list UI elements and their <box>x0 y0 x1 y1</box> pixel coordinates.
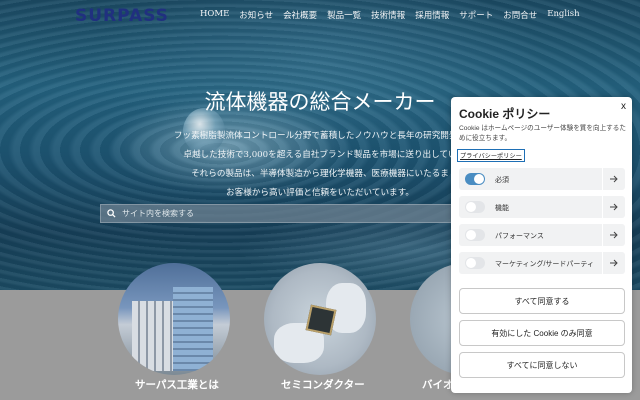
nav-support[interactable]: サポート <box>459 9 493 21</box>
hero-description: フッ素樹脂製流体コントロール分野で蓄積したノウハウと長年の研究開発の 卓越した技… <box>140 127 500 203</box>
nav-english[interactable]: English <box>547 9 579 21</box>
nav-company[interactable]: 会社概要 <box>283 9 317 21</box>
logo[interactable]: SURPASS <box>75 6 169 26</box>
functional-toggle[interactable] <box>465 201 485 213</box>
cookie-category-performance: パフォーマンス <box>459 224 625 246</box>
hero-description-line: お客様から高い評価と信頼をいただいています。 <box>226 188 414 198</box>
main-nav: HOME お知らせ 会社概要 製品一覧 技術情報 採用情報 サポート お問合せ … <box>200 9 590 21</box>
arrow-right-icon[interactable] <box>602 224 625 246</box>
semiconductor-image[interactable] <box>264 263 376 375</box>
nav-recruit[interactable]: 採用情報 <box>415 9 449 21</box>
nav-technology[interactable]: 技術情報 <box>371 9 405 21</box>
privacy-policy-link[interactable]: プライバシーポリシー <box>457 149 525 162</box>
feature-caption-company[interactable]: サーパス工業とは <box>135 377 219 392</box>
cookie-description: Cookie はホームページのユーザー体験を質を向上するために役立ちます。 <box>459 125 626 142</box>
accept-enabled-button[interactable]: 有効にした Cookie のみ同意 <box>459 320 625 346</box>
performance-toggle[interactable] <box>465 229 485 241</box>
building-glass-graphic <box>173 287 213 371</box>
cookie-category-label: マーケティング/サードパーティ <box>495 261 594 268</box>
hero-description-line: 卓越した技術で3,000を超える自社ブランド製品を市場に送り出してい <box>183 150 457 160</box>
cookie-category-label: 機能 <box>495 205 509 212</box>
cookie-category-functional: 機能 <box>459 196 625 218</box>
reject-all-button[interactable]: すべてに同意しない <box>459 352 625 378</box>
required-toggle[interactable] <box>465 173 485 185</box>
cookie-dialog: Cookie ポリシー x Cookie はホームページのユーザー体験を質を向上… <box>451 97 632 393</box>
feature-caption-bio[interactable]: バイオ <box>422 377 454 392</box>
hero-description-line: それらの製品は、半導体製造から理化学機器、医療機器にいたるま <box>191 169 449 179</box>
top-bar: SURPASS HOME お知らせ 会社概要 製品一覧 技術情報 採用情報 サポ… <box>0 0 640 32</box>
search-input[interactable] <box>120 208 424 219</box>
cookie-category-marketing: マーケティング/サードパーティ <box>459 252 625 274</box>
hero-description-line: フッ素樹脂製流体コントロール分野で蓄積したノウハウと長年の研究開発の <box>173 131 467 141</box>
close-icon[interactable]: x <box>621 101 626 112</box>
nav-contact[interactable]: お問合せ <box>503 9 537 21</box>
cookie-category-required: 必須 <box>459 168 625 190</box>
search-icon <box>107 209 116 218</box>
cookie-category-label: パフォーマンス <box>495 233 544 240</box>
arrow-right-icon[interactable] <box>602 168 625 190</box>
arrow-right-icon[interactable] <box>602 252 625 274</box>
nav-home[interactable]: HOME <box>200 9 229 21</box>
accept-all-button[interactable]: すべて同意する <box>459 288 625 314</box>
marketing-toggle[interactable] <box>465 257 485 269</box>
nav-news[interactable]: お知らせ <box>239 9 273 21</box>
cookie-title: Cookie ポリシー <box>459 107 551 121</box>
nav-products[interactable]: 製品一覧 <box>327 9 361 21</box>
arrow-right-icon[interactable] <box>602 196 625 218</box>
company-image[interactable] <box>118 263 230 375</box>
site-search[interactable] <box>100 204 462 223</box>
chip-graphic <box>305 304 337 336</box>
cookie-category-label: 必須 <box>495 177 509 184</box>
feature-caption-semiconductor[interactable]: セミコンダクター <box>281 377 365 392</box>
